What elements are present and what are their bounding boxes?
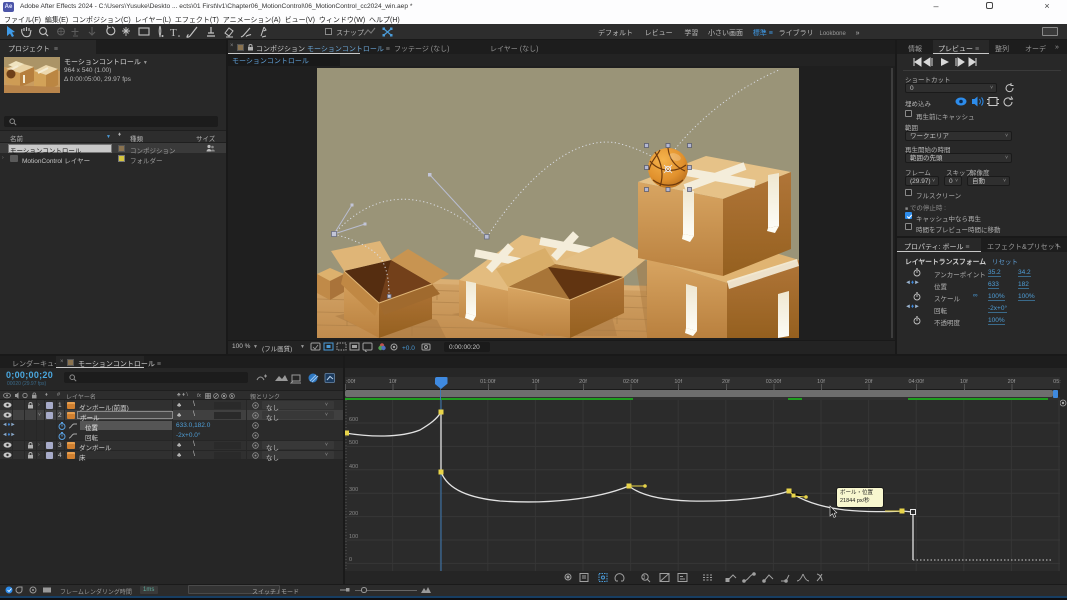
svg-text:300: 300 bbox=[349, 487, 358, 493]
svg-text:400: 400 bbox=[349, 464, 358, 470]
svg-text:600: 600 bbox=[349, 417, 358, 423]
svg-text:100: 100 bbox=[349, 534, 358, 540]
svg-text:3: 3 bbox=[643, 575, 646, 581]
svg-text:T: T bbox=[170, 27, 177, 39]
svg-text:500: 500 bbox=[349, 440, 358, 446]
svg-text:0: 0 bbox=[349, 557, 352, 563]
svg-text:+0.0: +0.0 bbox=[402, 345, 415, 352]
svg-text:200: 200 bbox=[349, 511, 358, 517]
